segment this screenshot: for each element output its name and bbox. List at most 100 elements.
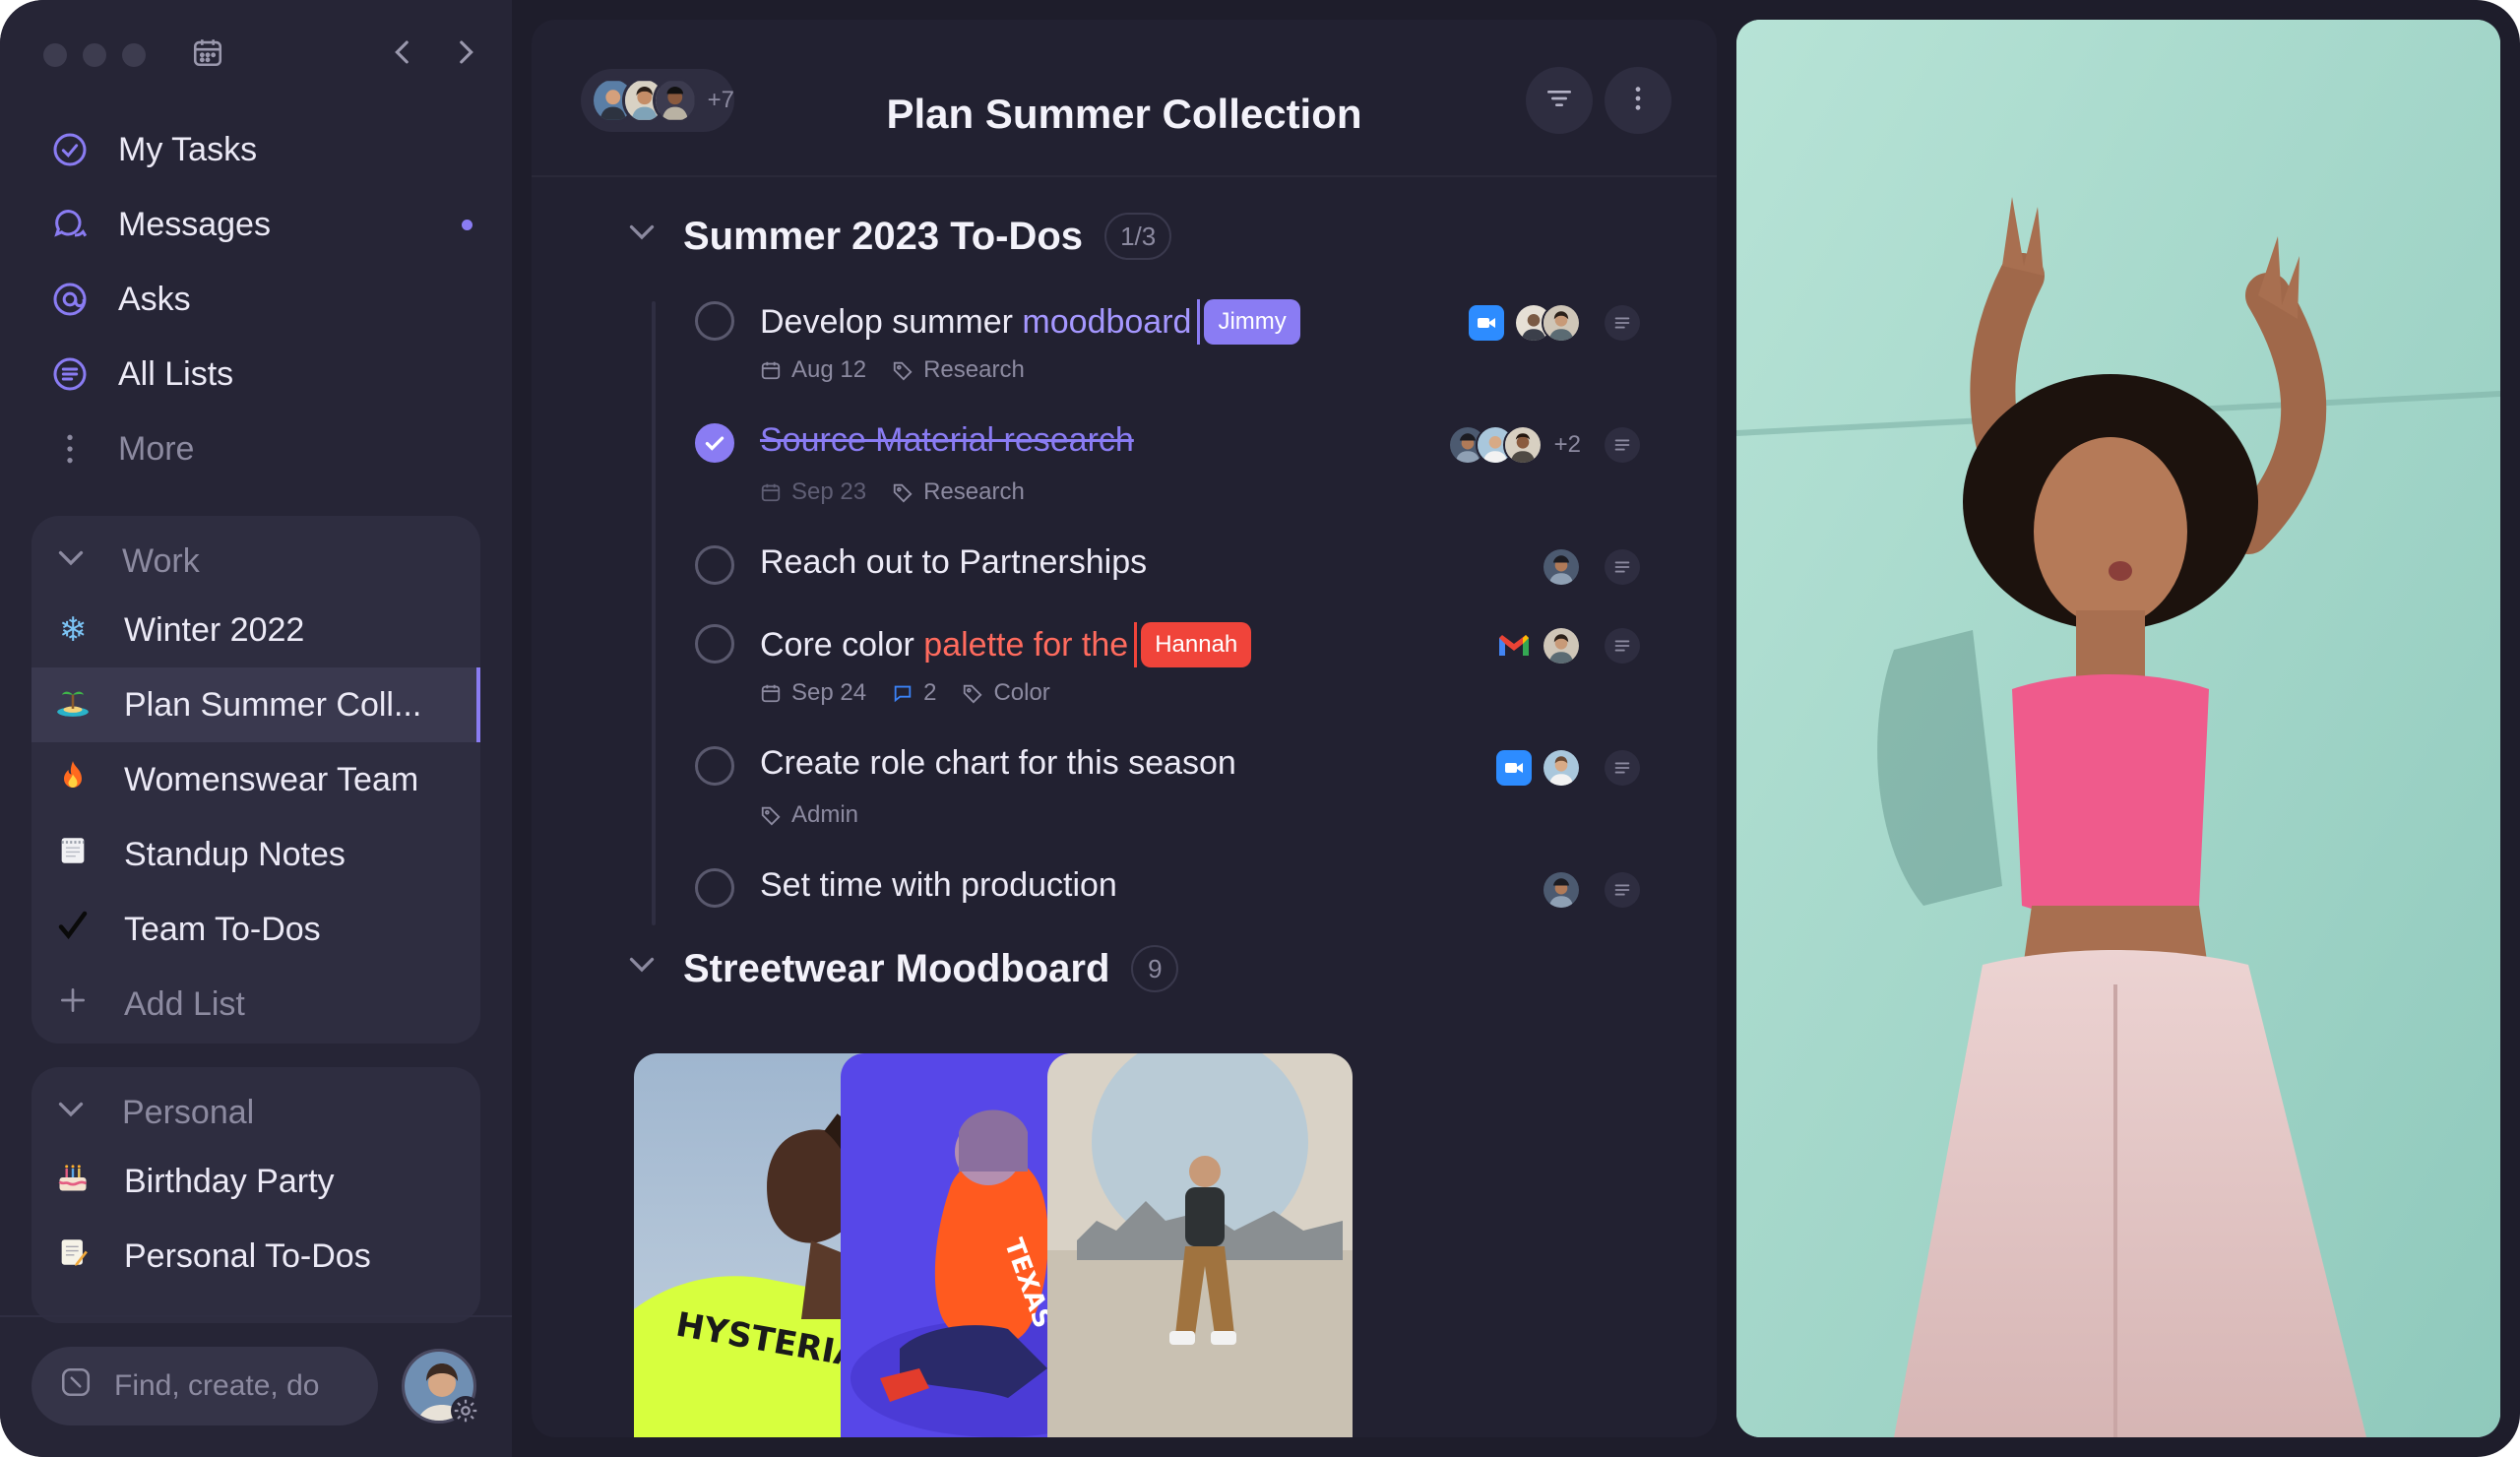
task-checkbox[interactable] — [695, 624, 734, 664]
section-header[interactable]: Summer 2023 To-Dos 1/3 — [629, 213, 1172, 260]
vertical-dots-icon — [1622, 83, 1654, 119]
main-nav: My Tasks Messages Asks All Lists More — [32, 112, 484, 486]
add-list-button[interactable]: Add List — [32, 967, 480, 1042]
tag-icon — [893, 361, 913, 381]
task-tag[interactable]: Color — [962, 679, 1050, 707]
due-date-text: Sep 24 — [791, 679, 867, 706]
task-actions — [1542, 868, 1640, 912]
task-title[interactable]: Set time with production — [760, 866, 1117, 905]
task-checkbox[interactable] — [695, 545, 734, 585]
close-window-button[interactable] — [43, 43, 67, 67]
zoom-icon[interactable] — [1469, 305, 1504, 341]
task-title[interactable]: Core color palette for the Hannah — [760, 622, 1252, 667]
task-due-date[interactable]: Aug 12 — [760, 356, 866, 384]
task-checkbox[interactable] — [695, 423, 734, 463]
list-item-team-todos[interactable]: Team To-Dos — [32, 892, 480, 967]
work-group-header[interactable]: Work — [32, 530, 480, 593]
list-item-birthday-party[interactable]: Birthday Party — [32, 1144, 480, 1219]
section-header[interactable]: Streetwear Moodboard 9 — [629, 945, 1179, 992]
command-search-input[interactable]: Find, create, do — [32, 1347, 378, 1425]
birthday-cake-icon — [51, 1160, 94, 1204]
task-title[interactable]: Reach out to Partnerships — [760, 543, 1147, 582]
window-controls — [43, 43, 146, 67]
extra-assignees-count: +2 — [1553, 431, 1581, 458]
task-due-date[interactable]: Sep 24 — [760, 679, 866, 707]
moodboard-image[interactable] — [1047, 1053, 1353, 1437]
task-details-button[interactable] — [1605, 628, 1640, 664]
minimize-window-button[interactable] — [83, 43, 106, 67]
avatar[interactable] — [1542, 303, 1581, 343]
nav-all-lists[interactable]: All Lists — [32, 337, 484, 412]
back-arrow-icon[interactable] — [386, 35, 419, 74]
avatar[interactable] — [1502, 425, 1543, 465]
tag-text: Research — [923, 478, 1025, 505]
details-icon — [1614, 884, 1630, 896]
personal-group-header[interactable]: Personal — [32, 1081, 480, 1144]
task-checkbox[interactable] — [695, 868, 734, 908]
task-due-date[interactable]: Sep 23 — [760, 478, 866, 506]
add-list-label: Add List — [124, 984, 245, 1023]
calendar-icon — [761, 361, 781, 380]
list-label: Personal To-Dos — [124, 1236, 371, 1275]
forward-arrow-icon[interactable] — [449, 35, 482, 74]
task-actions — [1496, 624, 1640, 667]
tag-text: Admin — [791, 801, 859, 828]
task-title[interactable]: Develop summer moodboard Jimmy — [760, 299, 1300, 345]
avatar[interactable] — [1542, 626, 1581, 665]
task-comments[interactable]: 2 — [892, 679, 936, 707]
task-details-button[interactable] — [1605, 872, 1640, 908]
more-options-button[interactable] — [1605, 67, 1671, 134]
collaborator-cursor-label: Jimmy — [1204, 299, 1300, 345]
task-row[interactable]: Develop summer moodboard Jimmy Aug 12 Re… — [695, 299, 1679, 400]
avatar[interactable] — [1542, 547, 1581, 587]
gear-icon[interactable] — [451, 1396, 480, 1425]
section-title: Summer 2023 To-Dos — [683, 214, 1084, 258]
chevron-down-icon — [53, 1091, 93, 1135]
list-item-winter-2022[interactable]: ❄ Winter 2022 — [32, 593, 480, 667]
calendar-icon[interactable] — [191, 35, 224, 74]
collaborator-cursor-label: Hannah — [1141, 622, 1252, 667]
task-row[interactable]: Core color palette for the Hannah Sep 24… — [695, 622, 1679, 723]
task-details-button[interactable] — [1605, 427, 1640, 463]
list-item-personal-todos[interactable]: Personal To-Dos — [32, 1219, 480, 1294]
task-tag[interactable]: Admin — [760, 801, 858, 829]
zoom-icon[interactable] — [1496, 750, 1532, 786]
task-tag[interactable]: Research — [892, 478, 1025, 506]
task-checkbox[interactable] — [695, 746, 734, 786]
list-label: Standup Notes — [124, 835, 346, 873]
task-title[interactable]: Source Material research — [760, 421, 1134, 460]
task-details-button[interactable] — [1605, 305, 1640, 341]
task-details-button[interactable] — [1605, 549, 1640, 585]
cover-photo[interactable] — [1736, 20, 2500, 1437]
nav-more[interactable]: More — [32, 412, 484, 486]
list-item-plan-summer[interactable]: Plan Summer Coll... — [32, 667, 480, 742]
nav-my-tasks[interactable]: My Tasks — [32, 112, 484, 187]
snowflake-icon: ❄ — [58, 610, 88, 650]
notepad-icon — [51, 834, 94, 876]
unread-indicator — [462, 220, 472, 230]
task-row[interactable]: Reach out to Partnerships — [695, 543, 1679, 604]
task-checkbox[interactable] — [695, 301, 734, 341]
gmail-icon[interactable] — [1496, 628, 1532, 664]
nav-label: Messages — [118, 205, 271, 243]
task-row[interactable]: Create role chart for this season Admin — [695, 744, 1679, 845]
zoom-window-button[interactable] — [122, 43, 146, 67]
task-tag[interactable]: Research — [892, 356, 1025, 384]
list-item-standup-notes[interactable]: Standup Notes — [32, 817, 480, 892]
filter-button[interactable] — [1526, 67, 1593, 134]
fire-icon — [51, 758, 94, 802]
list-item-womenswear-team[interactable]: Womenswear Team — [32, 742, 480, 817]
task-row[interactable]: Source Material research Sep 23 Research… — [695, 421, 1679, 522]
task-row[interactable]: Set time with production — [695, 866, 1679, 927]
sidebar: My Tasks Messages Asks All Lists More Wo… — [0, 0, 512, 1457]
task-details-button[interactable] — [1605, 750, 1640, 786]
chevron-down-icon — [624, 214, 660, 259]
nav-label: All Lists — [118, 354, 234, 393]
nav-messages[interactable]: Messages — [32, 187, 484, 262]
nav-asks[interactable]: Asks — [32, 262, 484, 337]
avatar[interactable] — [1542, 748, 1581, 788]
comment-count: 2 — [923, 679, 937, 706]
avatar[interactable] — [1542, 870, 1581, 910]
list-label: Winter 2022 — [124, 610, 305, 649]
task-title[interactable]: Create role chart for this season — [760, 744, 1236, 783]
